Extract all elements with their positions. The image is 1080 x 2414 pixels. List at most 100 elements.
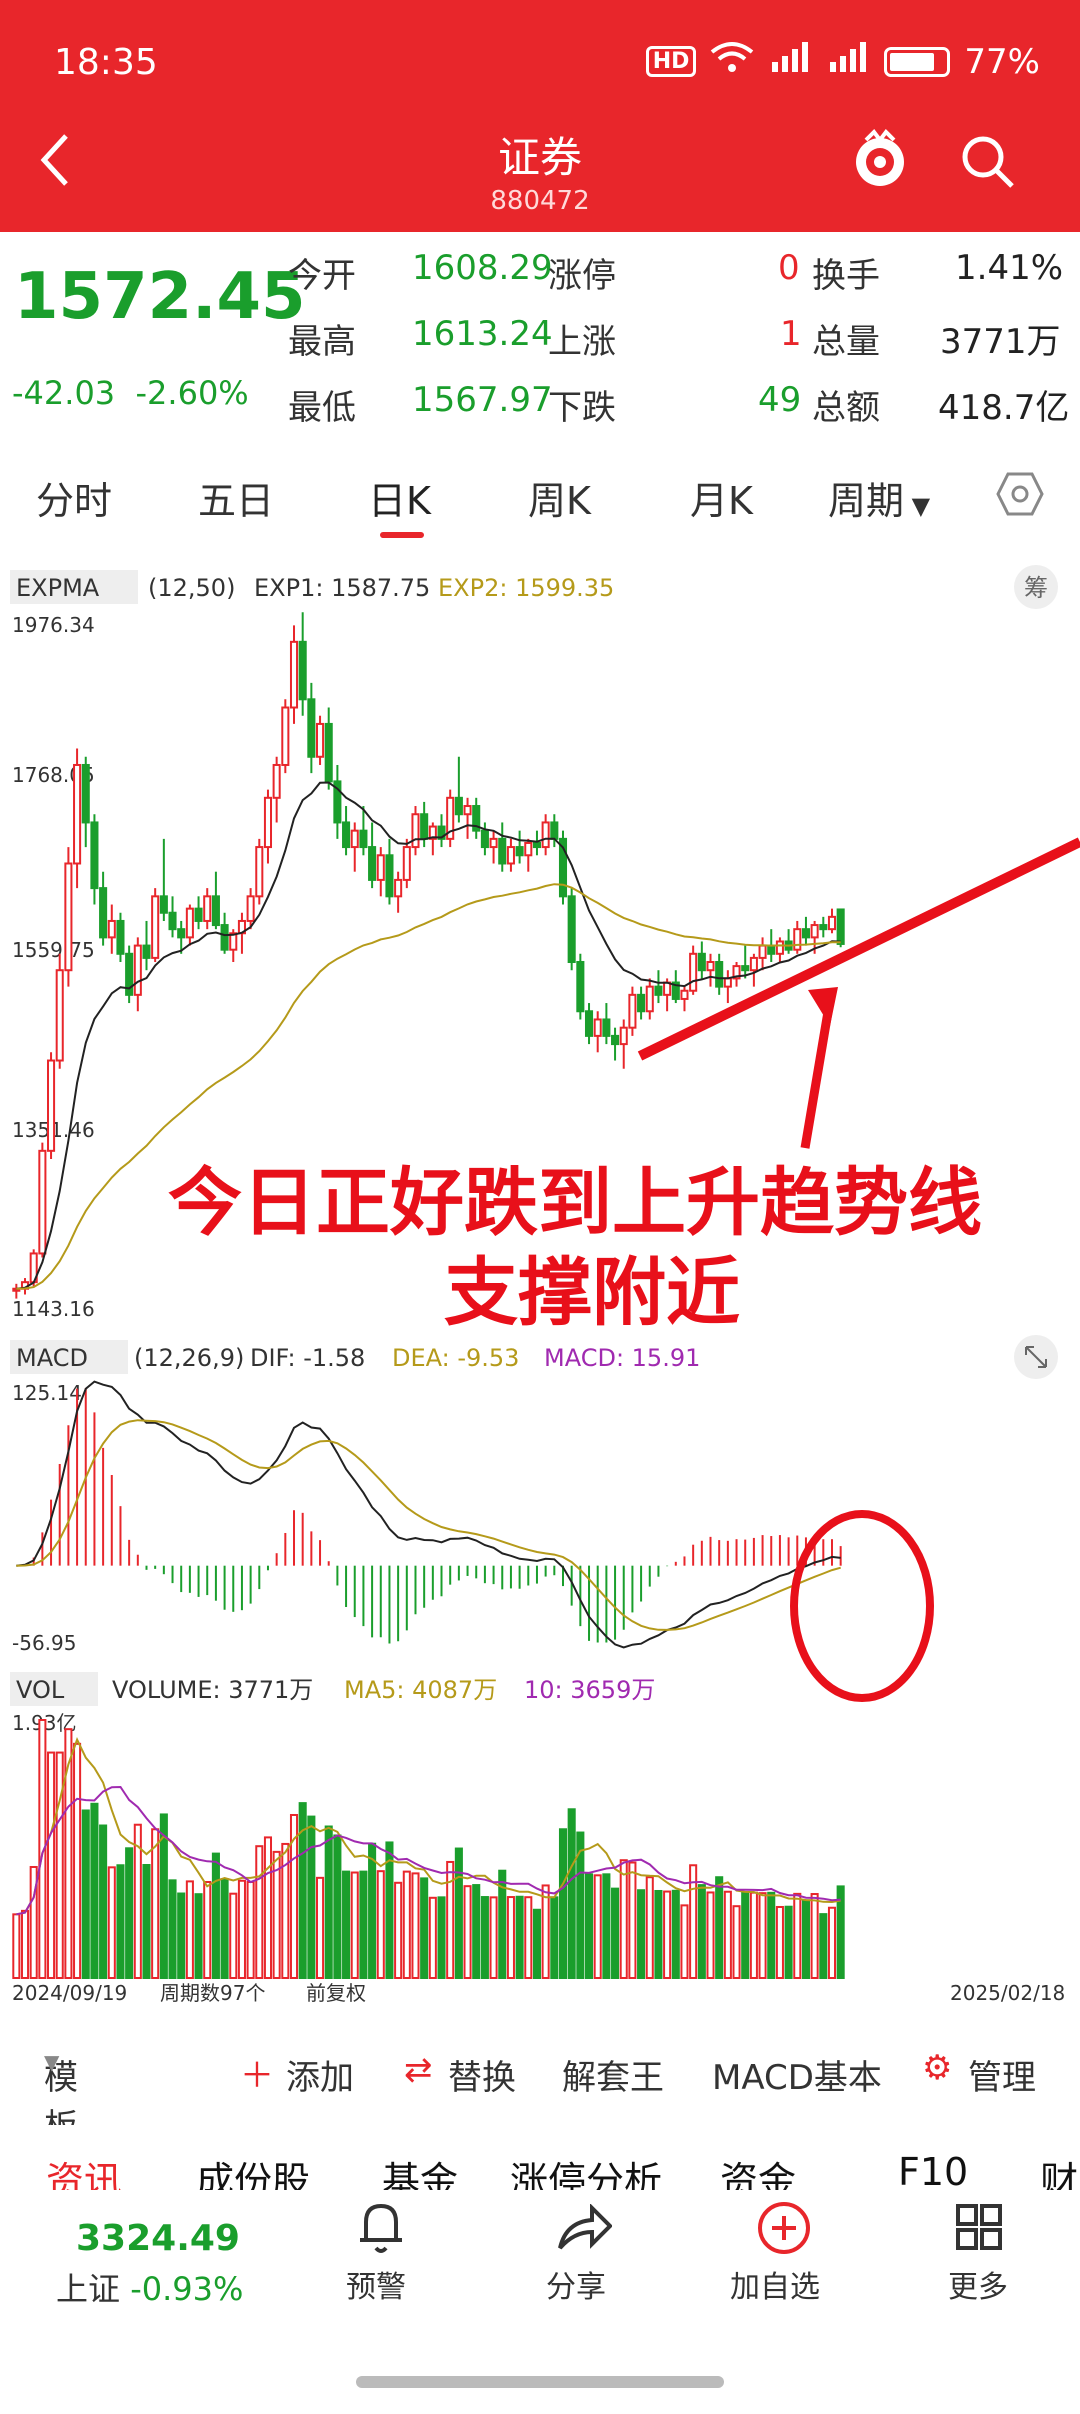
candle-body [263,796,273,849]
macd-basic-button[interactable]: MACD基本 [712,2050,882,2099]
candle-body [793,928,802,951]
add-watch-icon[interactable] [756,2200,812,2260]
tab-daily-k[interactable]: 日K [368,470,431,525]
volume-bar [12,1913,21,1979]
candle-body [524,841,533,857]
candle-body [697,952,706,972]
volume-bar [706,1891,715,1980]
settings-hex-icon[interactable] [996,470,1044,522]
tab-weekly-k[interactable]: 周K [528,470,591,525]
tab-f10[interactable]: F10 [898,2150,968,2194]
nav-add-watchlist[interactable]: 加自选 [730,2262,820,2306]
candle-body [454,796,463,816]
arrow-shaft [800,999,835,1149]
share-icon[interactable] [556,2203,613,2258]
tab-period[interactable]: 周期 ▼ [828,470,930,525]
vol-name[interactable]: VOL [16,1676,65,1704]
volume-bar [263,1836,273,1979]
volume-bar [602,1873,611,1980]
candle-body [584,1010,594,1037]
candle-body [541,821,550,849]
candle-body [567,895,576,964]
add-button[interactable]: 添加 [286,2050,354,2099]
candle-body [645,985,654,1013]
volume-bar [741,1891,750,1980]
candle-body [619,1026,628,1046]
home-indicator [356,2376,724,2388]
page-title: 证券 [497,133,582,182]
label-limit-up: 涨停 [548,256,616,296]
nav-share[interactable]: 分享 [546,2262,606,2306]
wifi-icon [710,40,754,83]
signal-icon [768,40,812,83]
volume-bar [784,1905,793,1979]
status-icons: HD 77% [645,40,1040,83]
quote-summary: 1572.45 -42.03 -2.60% 今开 1608.29 涨停 0 换手… [0,232,1080,442]
volume-bar [541,1884,550,1980]
candle-body [307,698,316,758]
mascot-icon[interactable] [850,128,910,196]
macd-value: MACD: 15.91 [544,1344,700,1372]
volume-bar [350,1871,359,1979]
volume-bar [90,1802,99,1979]
value-fall: 49 [758,380,802,420]
nav-alert[interactable]: 预警 [346,2262,406,2306]
grid-icon[interactable] [954,2202,1004,2256]
volume-bar [732,1905,741,1980]
manage-button[interactable]: 管理 [968,2050,1036,2099]
nav-more[interactable]: 更多 [948,2262,1008,2306]
last-price: 1572.45 [14,260,306,334]
price-change: -42.03 -2.60% [12,374,249,412]
volume-bar [368,1842,377,1979]
volume-bar [810,1893,819,1980]
candle-body [116,919,125,955]
volume-bar [671,1889,680,1979]
volume-bar [142,1863,151,1980]
candle-body [272,763,281,799]
annotation-line-2: 支撑附近 [444,1250,740,1336]
battery-icon [884,46,951,77]
search-icon[interactable] [958,132,1018,196]
volume-bar [680,1904,689,1979]
candle-body [168,911,177,931]
candle-body [819,924,828,931]
plus-icon[interactable]: ＋ [240,2048,274,2097]
volume-bar [20,1909,30,1980]
volume-bar [567,1808,576,1979]
expma-name[interactable]: EXPMA [16,574,100,602]
bell-icon[interactable] [356,2200,406,2258]
tab-monthly-k[interactable]: 月K [690,470,753,525]
candle-body [515,846,524,857]
kline-chart[interactable]: EXPMA (12,50) EXP1: 1587.75 EXP2: 1599.3… [0,560,1080,2010]
volume-bar [637,1889,646,1979]
candle-body [767,944,776,955]
replace-button[interactable]: 替换 [448,2050,516,2099]
volume-bar [402,1870,411,1979]
macd-name[interactable]: MACD [16,1344,88,1372]
highlight-ellipse [790,1510,934,1702]
volume-bar [611,1887,620,1979]
candle-body [220,924,229,951]
candle-body [775,940,784,955]
candle-body [576,961,585,1013]
candle-body [506,846,515,865]
candle-body [801,928,810,939]
swap-icon[interactable]: ⇄ [404,2050,433,2090]
chip-button[interactable]: 筹 [1024,574,1048,602]
volume-bar [177,1892,186,1980]
index-info[interactable]: 上证 -0.93% [56,2264,243,2310]
candle-body [689,952,698,992]
candle-body [90,821,99,890]
candle-body [532,841,542,849]
volume-bar [359,1870,368,1979]
unlock-king-button[interactable]: 解套王 [562,2050,664,2099]
tab-five-day[interactable]: 五日 [198,470,274,525]
index-value[interactable]: 3324.49 [76,2218,240,2259]
index-pct: -0.93% [130,2270,244,2308]
tab-intraday[interactable]: 分时 [36,470,112,525]
macd-histogram [24,1388,842,1644]
candle-body [246,895,255,922]
gear-icon[interactable]: ⚙ [922,2048,952,2088]
candle-body [298,640,307,701]
macd-params: (12,26,9) [134,1344,244,1372]
